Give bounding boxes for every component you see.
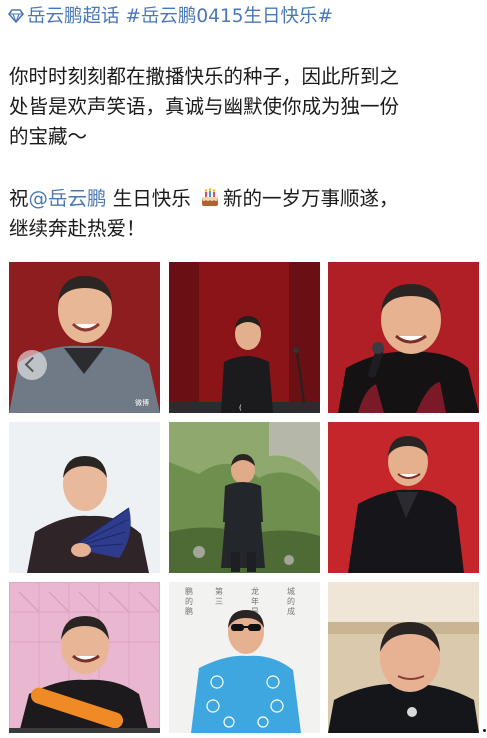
hashtag-link[interactable]: #岳云鹏0415生日快乐# [125,6,333,27]
photo-stage-dark-red-curtain[interactable]: ( [169,262,320,413]
photo-holding-blue-fan[interactable] [9,422,160,573]
photo-stage-red-backdrop[interactable] [328,422,479,573]
calligraphy-char: 龙 [251,586,259,596]
wish-line: 继续奔赴热爱！ [9,217,146,240]
post-line: 的宝藏～ [9,125,88,148]
calligraphy-char: 成 [287,606,295,616]
video-prev-icon[interactable] [17,350,47,380]
birthday-cake-icon [201,188,218,206]
photo-pink-wall-orange-prop[interactable] [9,582,160,733]
wish-suffix: 新的一岁万事顺遂， [222,187,399,210]
post-line: 你时时刻刻都在撒播快乐的种子，因此所到之 [9,65,400,88]
calligraphy-char: 的 [287,596,295,606]
photo-portrait-red-background[interactable] [9,262,160,413]
topic-tags: 岳云鹏超话 #岳云鹏0415生日快乐# [8,4,333,30]
calligraphy-char: 鹏 [185,606,193,616]
calligraphy-char: 年 [251,596,259,606]
post-end-dot [483,729,486,732]
wish-line: 祝@岳云鹏 生日快乐 新的一岁万事顺遂， [9,184,479,214]
wish-middle: 生日快乐 [106,187,197,210]
photo-beige-room-closeup[interactable] [328,582,479,733]
diamond-topic-icon [8,9,24,23]
calligraphy-char: 三 [215,597,223,606]
calligraphy-char: 鹏 [185,586,193,596]
super-topic-link[interactable]: 岳云鹏超话 [27,6,120,27]
birthday-wish: 祝@岳云鹏 生日快乐 新的一岁万事顺遂， 继续奔赴热爱！ [9,184,479,244]
calligraphy-char: 城 [287,587,295,596]
svg-text:(: ( [239,404,242,412]
photo-green-mountain-outdoor[interactable] [169,422,320,573]
photo-stage-microphone-red[interactable] [328,262,479,413]
wish-prefix: 祝 [9,187,29,210]
calligraphy-char: 的 [185,596,193,606]
post-line: 处皆是欢声笑语，真诚与幽默使你成为独一份 [9,95,400,118]
post-body: 你时时刻刻都在撒播快乐的种子，因此所到之 处皆是欢声笑语，真诚与幽默使你成为独一… [9,62,479,152]
mention-link[interactable]: @岳云鹏 [29,187,107,210]
calligraphy-char: 第 [215,586,223,596]
photo-sunglasses-blue-jacket[interactable]: 鹏 第 龙 城 的 三 年 的 鹏 是 成 [169,582,320,733]
